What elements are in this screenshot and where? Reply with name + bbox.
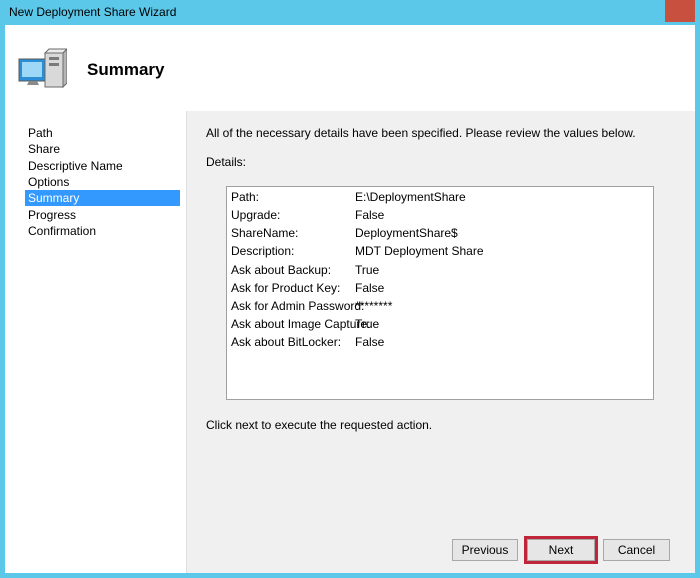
- detail-row: ShareName: DeploymentShare$: [231, 225, 651, 241]
- wizard-client-area: Summary Path Share Descriptive Name Opti…: [5, 25, 695, 573]
- detail-row: Description: MDT Deployment Share: [231, 243, 651, 259]
- detail-key: Upgrade:: [231, 208, 281, 222]
- detail-key: Description:: [231, 244, 295, 258]
- detail-value: DeploymentShare$: [355, 226, 458, 240]
- computer-icon: [18, 48, 67, 89]
- sidebar-item-descriptive-name[interactable]: Descriptive Name: [25, 158, 180, 174]
- sidebar-item-confirmation[interactable]: Confirmation: [25, 223, 180, 239]
- detail-row: Ask about Backup: True: [231, 262, 651, 278]
- detail-value: True: [355, 263, 380, 277]
- next-button[interactable]: Next: [524, 536, 598, 564]
- details-list[interactable]: Path: E:\DeploymentShare Upgrade: False …: [226, 186, 654, 400]
- previous-button[interactable]: Previous: [452, 539, 518, 561]
- detail-key: Ask about Backup:: [231, 263, 332, 277]
- detail-row: Ask for Admin Password: ********: [231, 298, 651, 314]
- window-title: New Deployment Share Wizard: [9, 5, 177, 19]
- detail-key: Ask for Admin Password:: [231, 299, 365, 313]
- sidebar-item-summary[interactable]: Summary: [25, 190, 180, 206]
- details-label: Details:: [206, 155, 247, 169]
- sidebar-item-share[interactable]: Share: [25, 141, 180, 157]
- detail-value: True: [355, 317, 380, 331]
- detail-key: Ask about BitLocker:: [231, 335, 342, 349]
- detail-row: Upgrade: False: [231, 207, 651, 223]
- cancel-button[interactable]: Cancel: [603, 539, 670, 561]
- detail-row: Ask about Image Capture: True: [231, 316, 651, 332]
- sidebar-item-progress[interactable]: Progress: [25, 207, 180, 223]
- instruction-text: Click next to execute the requested acti…: [206, 418, 433, 432]
- detail-value: False: [355, 335, 385, 349]
- detail-value: ********: [355, 299, 393, 313]
- sidebar-item-options[interactable]: Options: [25, 174, 180, 190]
- wizard-content: All of the necessary details have been s…: [187, 111, 695, 573]
- wizard-steps-sidebar: Path Share Descriptive Name Options Summ…: [5, 111, 186, 573]
- detail-value: False: [355, 281, 385, 295]
- close-button[interactable]: [665, 0, 695, 22]
- intro-text: All of the necessary details have been s…: [206, 126, 636, 140]
- detail-value: False: [355, 208, 385, 222]
- page-title: Summary: [87, 60, 165, 79]
- detail-key: Ask for Product Key:: [231, 281, 341, 295]
- detail-key: Path:: [231, 190, 260, 204]
- wizard-window: New Deployment Share Wizard Summary Path…: [0, 0, 700, 578]
- title-bar[interactable]: New Deployment Share Wizard: [0, 0, 700, 25]
- detail-row: Ask about BitLocker: False: [231, 334, 651, 350]
- detail-value: E:\DeploymentShare: [355, 190, 466, 204]
- wizard-header: Summary: [5, 25, 695, 111]
- detail-row: Path: E:\DeploymentShare: [231, 189, 651, 205]
- detail-key: Ask about Image Capture:: [231, 317, 371, 331]
- detail-value: MDT Deployment Share: [355, 244, 484, 258]
- sidebar-item-path[interactable]: Path: [25, 125, 180, 141]
- detail-key: ShareName:: [231, 226, 299, 240]
- detail-row: Ask for Product Key: False: [231, 280, 651, 296]
